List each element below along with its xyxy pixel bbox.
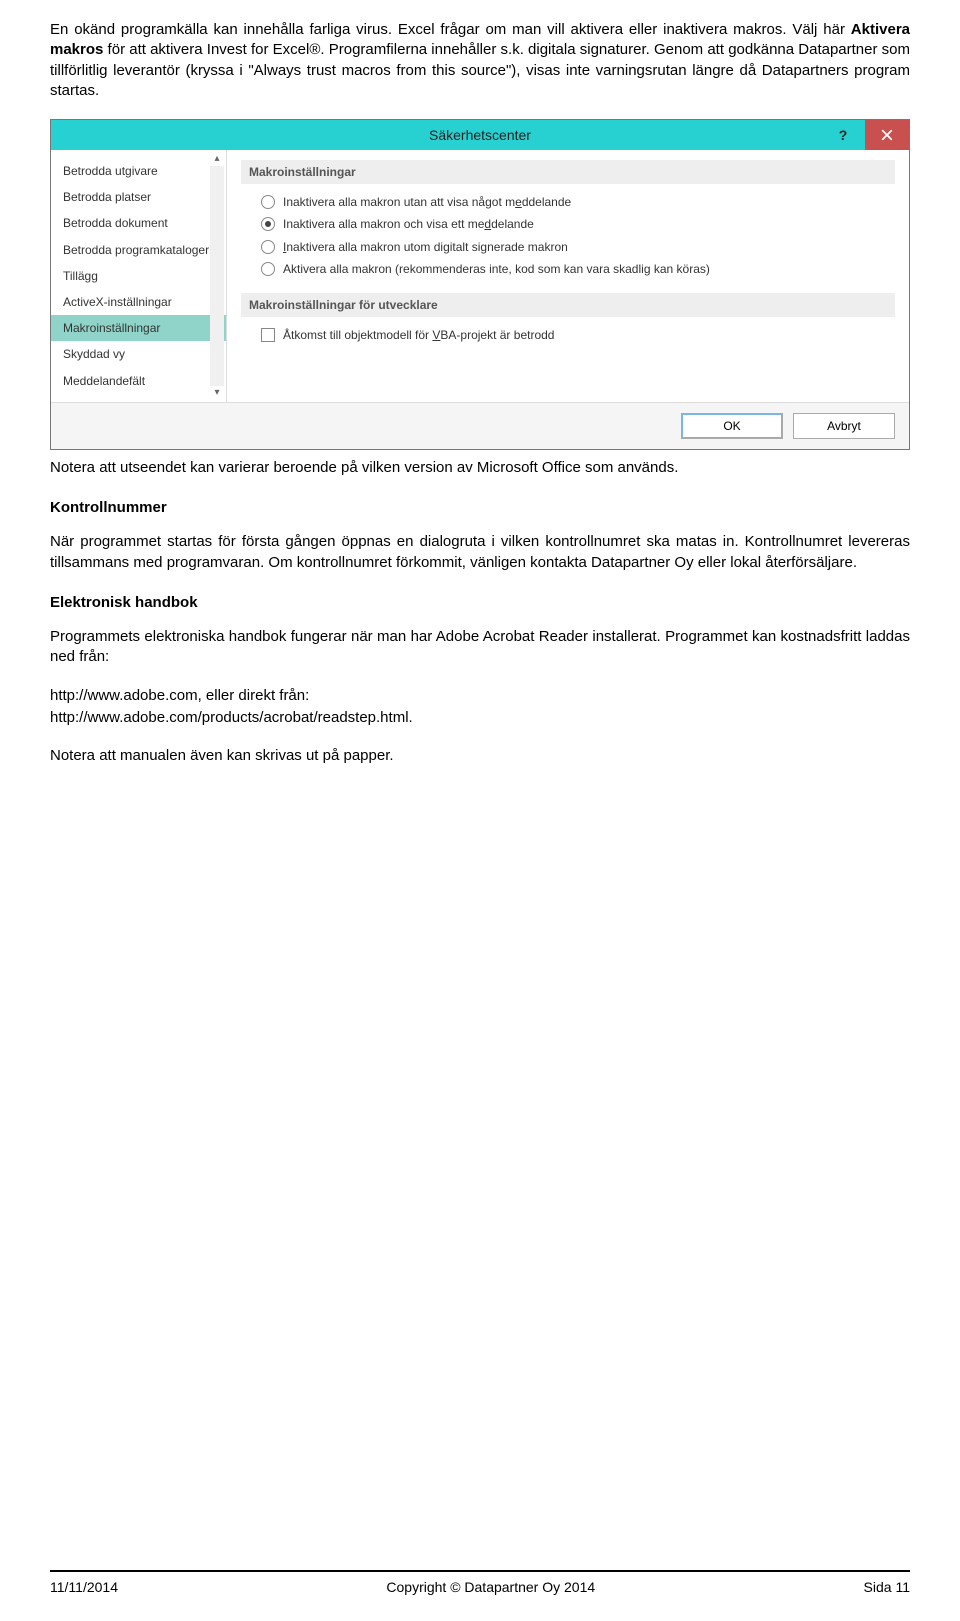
close-button[interactable] [865, 120, 909, 150]
radio-label: Inaktivera alla makron utan att visa någ… [283, 194, 571, 210]
link-period: . [409, 709, 413, 726]
nav-protected-view[interactable]: Skyddad vy [51, 341, 226, 367]
intro-paragraph: En okänd programkälla kan innehålla farl… [50, 20, 910, 101]
radio-disable-notify[interactable]: Inaktivera alla makron och visa ett medd… [261, 216, 895, 232]
help-button[interactable]: ? [821, 120, 865, 150]
dialog-titlebar: Säkerhetscenter ? [51, 120, 909, 150]
adobe-link-1[interactable]: http://www.adobe.com [50, 687, 198, 704]
nav-macro-settings[interactable]: Makroinställningar [51, 315, 226, 341]
radio-icon [261, 240, 275, 254]
radio-icon [261, 217, 275, 231]
handbok-paragraph-1: Programmets elektroniska handbok fungera… [50, 627, 910, 668]
nav-addins[interactable]: Tillägg [51, 263, 226, 289]
footer-copyright: Copyright © Datapartner Oy 2014 [386, 1578, 595, 1597]
nav-trusted-documents[interactable]: Betrodda dokument [51, 210, 226, 236]
kontrollnummer-heading: Kontrollnummer [50, 498, 910, 518]
nav-trusted-catalogs[interactable]: Betrodda programkataloger [51, 237, 226, 263]
nav-activex[interactable]: ActiveX-inställningar [51, 289, 226, 315]
titlebar-buttons: ? [821, 120, 909, 150]
security-center-dialog: Säkerhetscenter ? ▴ ▾ Betrodda utgivare … [50, 119, 910, 450]
radio-label: Inaktivera alla makron och visa ett medd… [283, 216, 534, 232]
radio-icon [261, 262, 275, 276]
checkbox-label: Åtkomst till objektmodell för VBA-projek… [283, 327, 554, 343]
radio-disable-no-notify[interactable]: Inaktivera alla makron utan att visa någ… [261, 194, 895, 210]
checkbox-vba-access[interactable]: Åtkomst till objektmodell för VBA-projek… [261, 327, 895, 343]
nav-trusted-locations[interactable]: Betrodda platser [51, 184, 226, 210]
dialog-nav: ▴ ▾ Betrodda utgivare Betrodda platser B… [51, 150, 227, 402]
nav-trusted-publishers[interactable]: Betrodda utgivare [51, 158, 226, 184]
page-footer: 11/11/2014 Copyright © Datapartner Oy 20… [50, 1570, 910, 1597]
radio-label: Aktivera alla makron (rekommenderas inte… [283, 261, 710, 277]
ok-button[interactable]: OK [681, 413, 783, 439]
checkbox-icon [261, 328, 275, 342]
radio-enable-all[interactable]: Aktivera alla makron (rekommenderas inte… [261, 261, 895, 277]
developer-macro-header: Makroinställningar för utvecklare [241, 293, 895, 317]
dialog-title: Säkerhetscenter [51, 126, 909, 145]
scroll-down-icon[interactable]: ▾ [210, 386, 224, 400]
handbok-links: http://www.adobe.com, eller direkt från:… [50, 686, 910, 729]
nav-message-bar[interactable]: Meddelandefält [51, 368, 226, 394]
macro-settings-header: Makroinställningar [241, 160, 895, 184]
adobe-link-2[interactable]: http://www.adobe.com/products/acrobat/re… [50, 709, 409, 726]
scroll-up-icon[interactable]: ▴ [210, 152, 224, 166]
handbok-heading: Elektronisk handbok [50, 593, 910, 613]
handbok-paragraph-3: Notera att manualen även kan skrivas ut … [50, 746, 910, 766]
dialog-body: ▴ ▾ Betrodda utgivare Betrodda platser B… [51, 150, 909, 402]
footer-page: Sida 11 [864, 1578, 910, 1597]
after-dialog-note: Notera att utseendet kan varierar beroen… [50, 458, 910, 478]
footer-date: 11/11/2014 [50, 1578, 118, 1597]
link-suffix: , eller direkt från: [198, 687, 310, 704]
intro-text-a: En okänd programkälla kan innehålla farl… [50, 21, 851, 38]
close-icon [881, 129, 893, 141]
radio-icon [261, 195, 275, 209]
dialog-content: Makroinställningar Inaktivera alla makro… [227, 150, 909, 402]
intro-text-b: för att aktivera Invest for Excel®. Prog… [50, 41, 910, 99]
kontrollnummer-paragraph: När programmet startas för första gången… [50, 532, 910, 573]
cancel-button[interactable]: Avbryt [793, 413, 895, 439]
dialog-footer: OK Avbryt [51, 402, 909, 449]
scroll-track[interactable] [210, 166, 224, 386]
radio-disable-except-signed[interactable]: Inaktivera alla makron utom digitalt sig… [261, 239, 895, 255]
radio-label: Inaktivera alla makron utom digitalt sig… [283, 239, 568, 255]
